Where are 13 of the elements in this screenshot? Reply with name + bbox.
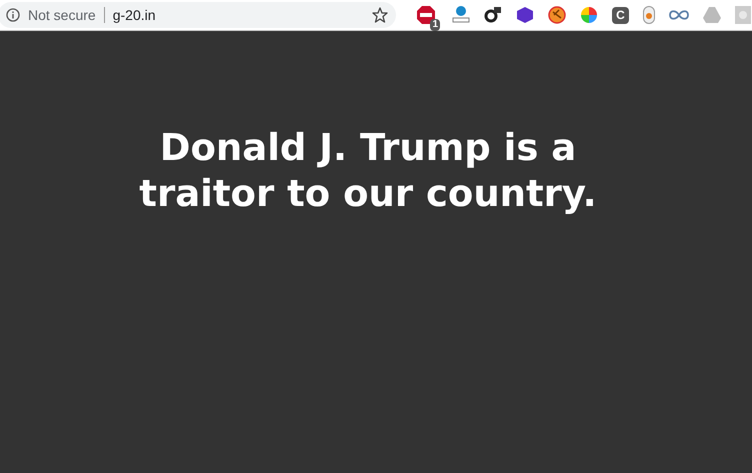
- infinity-icon[interactable]: [669, 9, 689, 21]
- security-label: Not secure: [28, 6, 96, 24]
- page-heading: Donald J. Trump is a traitor to our country.: [138, 125, 598, 217]
- extension-icon[interactable]: C: [612, 6, 629, 24]
- cube-icon[interactable]: [516, 6, 534, 24]
- color-wheel-icon[interactable]: [580, 6, 598, 24]
- star-icon[interactable]: [372, 7, 388, 23]
- capsule-icon[interactable]: [643, 6, 655, 24]
- address-bar[interactable]: Not secure g-20.in: [0, 2, 396, 28]
- url-text: g-20.in: [112, 6, 156, 25]
- info-icon[interactable]: [6, 8, 20, 22]
- extension-badge: 1: [430, 19, 440, 31]
- stop-sign-icon[interactable]: [417, 6, 435, 24]
